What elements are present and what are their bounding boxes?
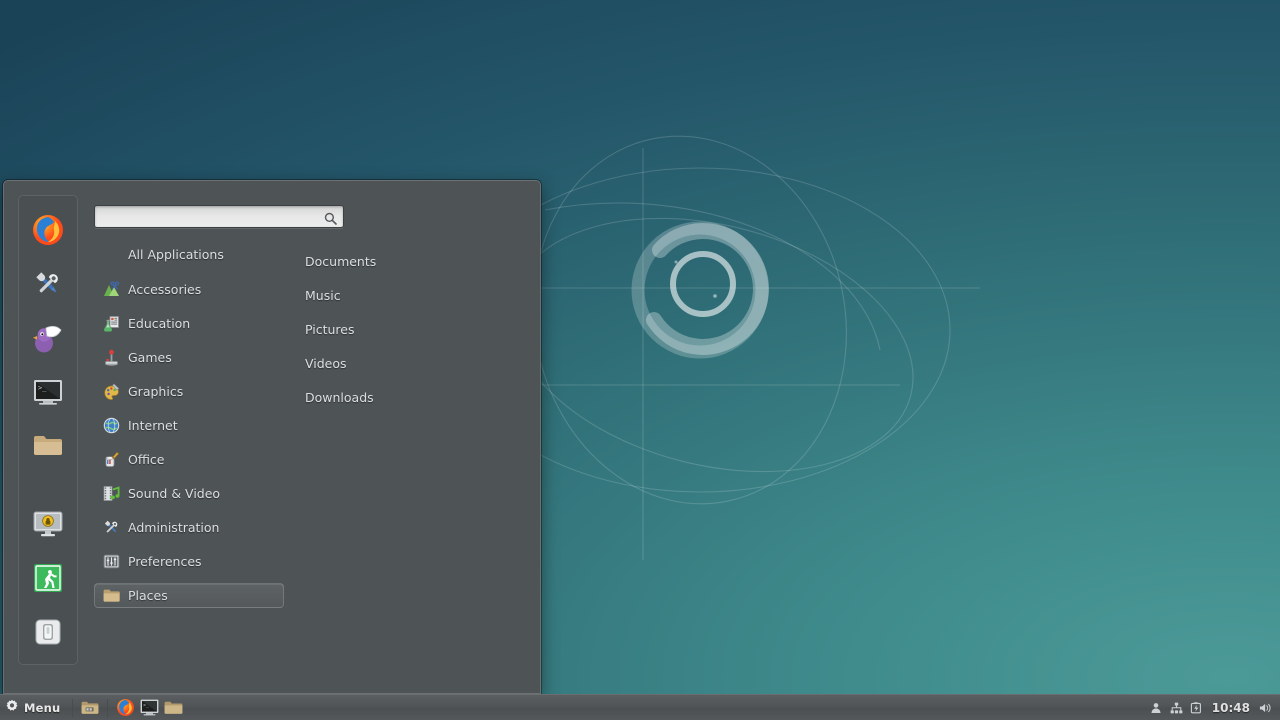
menu-button-label: Menu	[24, 700, 61, 715]
place-item-pictures[interactable]: Pictures	[299, 318, 526, 340]
gear-icon	[5, 698, 19, 717]
pidgin-icon[interactable]	[28, 318, 68, 358]
sound-video-icon	[103, 485, 120, 502]
file-manager-icon[interactable]	[28, 426, 68, 466]
place-label: Videos	[305, 355, 347, 371]
category-sound-video[interactable]: Sound & Video	[94, 481, 284, 506]
place-item-downloads[interactable]: Downloads	[299, 386, 526, 408]
show-desktop-icon[interactable]	[79, 697, 101, 719]
category-label: Administration	[128, 520, 220, 535]
category-all-applications[interactable]: All Applications	[94, 242, 284, 267]
panel-separator	[72, 698, 74, 717]
places-folder-icon	[103, 587, 120, 604]
system-tray: 10:48	[1150, 701, 1280, 715]
lock-screen-icon[interactable]	[28, 504, 68, 544]
search-input[interactable]	[95, 206, 343, 227]
firefox-launcher-icon[interactable]	[114, 697, 136, 719]
application-menu-window[interactable]: >_ All Applications Accessories Educatio…	[3, 180, 541, 694]
category-label: Accessories	[128, 282, 202, 297]
firefox-icon[interactable]	[28, 210, 68, 250]
svg-text:>_: >_	[143, 703, 149, 708]
administration-icon	[103, 519, 120, 536]
places-list: Documents Music Pictures Videos Download…	[284, 242, 526, 693]
category-accessories[interactable]: Accessories	[94, 277, 284, 302]
search-icon	[324, 210, 337, 229]
panel-separator	[107, 698, 109, 717]
accessories-icon	[103, 281, 120, 298]
place-label: Documents	[305, 253, 377, 269]
blank-icon	[103, 246, 120, 263]
terminal-icon[interactable]: >_	[28, 372, 68, 412]
menu-category-list: All Applications Accessories Education G…	[94, 242, 284, 693]
place-label: Downloads	[305, 389, 374, 405]
file-manager-launcher-icon[interactable]	[162, 697, 184, 719]
category-label: Education	[128, 316, 191, 331]
games-icon	[103, 349, 120, 366]
clock[interactable]: 10:48	[1210, 701, 1252, 715]
category-office[interactable]: Office	[94, 447, 284, 472]
category-label: Graphics	[128, 384, 184, 399]
menu-search-box[interactable]	[94, 205, 344, 228]
category-internet[interactable]: Internet	[94, 413, 284, 438]
svg-text:>_: >_	[38, 384, 47, 392]
place-item-documents[interactable]: Documents	[299, 250, 526, 272]
category-label: Games	[128, 350, 172, 365]
category-label: Places	[128, 588, 168, 603]
place-item-videos[interactable]: Videos	[299, 352, 526, 374]
shutdown-icon[interactable]	[28, 612, 68, 652]
category-label: All Applications	[128, 247, 224, 262]
place-label: Pictures	[305, 321, 355, 337]
category-games[interactable]: Games	[94, 345, 284, 370]
volume-icon[interactable]	[1259, 701, 1272, 714]
preferences-icon	[103, 553, 120, 570]
place-label: Music	[305, 287, 341, 303]
category-preferences[interactable]: Preferences	[94, 549, 284, 574]
category-label: Preferences	[128, 554, 202, 569]
category-label: Internet	[128, 418, 178, 433]
category-education[interactable]: Education	[94, 311, 284, 336]
battery-icon[interactable]	[1190, 701, 1203, 714]
menu-icon-rail: >_	[18, 195, 78, 665]
menu-button[interactable]: Menu	[0, 696, 67, 720]
category-label: Office	[128, 452, 165, 467]
category-label: Sound & Video	[128, 486, 221, 501]
user-status-icon[interactable]	[1150, 701, 1163, 714]
settings-tools-icon[interactable]	[28, 264, 68, 304]
internet-icon	[103, 417, 120, 434]
terminal-launcher-icon[interactable]: >_	[138, 697, 160, 719]
category-places[interactable]: Places	[94, 583, 284, 608]
taskbar-panel: Menu >_ 10:48	[0, 694, 1280, 720]
log-out-icon[interactable]	[28, 558, 68, 598]
category-administration[interactable]: Administration	[94, 515, 284, 540]
office-icon	[103, 451, 120, 468]
graphics-icon	[103, 383, 120, 400]
category-graphics[interactable]: Graphics	[94, 379, 284, 404]
network-icon[interactable]	[1170, 701, 1183, 714]
place-item-music[interactable]: Music	[299, 284, 526, 306]
education-icon	[103, 315, 120, 332]
